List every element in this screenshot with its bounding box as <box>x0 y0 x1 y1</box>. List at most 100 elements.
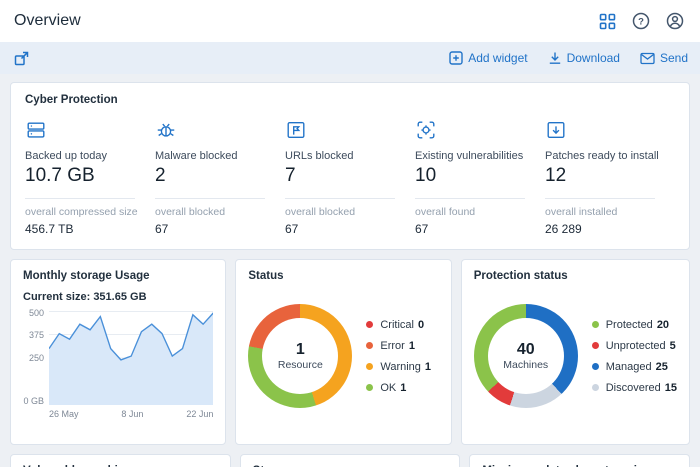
status-card: Status 1 Resource Critical 0 <box>235 259 451 445</box>
metric-label: Malware blocked <box>155 150 275 162</box>
x-tick: 22 Jun <box>186 409 213 419</box>
metric-subvalue: 67 <box>415 222 535 236</box>
legend-item-ok[interactable]: OK 1 <box>366 382 431 394</box>
legend-item-critical[interactable]: Critical 0 <box>366 319 431 331</box>
legend-dot <box>592 342 599 349</box>
legend-label: Warning <box>380 361 421 373</box>
dashboard-content: Cyber Protection Backed up today 10.7 GB <box>0 74 700 467</box>
legend-dot <box>366 321 373 328</box>
protection-status-card: Protection status 40 Machines Protected … <box>461 259 690 445</box>
protection-donut-center: 40 Machines <box>488 318 564 394</box>
metric-label: URLs blocked <box>285 150 405 162</box>
metric-subvalue: 67 <box>155 222 275 236</box>
metric-value: 7 <box>285 165 405 187</box>
protection-donut-area: 40 Machines Protected 20 Unprotected <box>474 304 677 408</box>
download-button[interactable]: Download <box>548 51 620 65</box>
x-tick: 8 Jun <box>121 409 143 419</box>
storage-area-chart <box>49 311 213 405</box>
metric-urls-blocked[interactable]: URLs blocked 7 overall blocked 67 <box>285 119 415 236</box>
metric-value: 2 <box>155 165 275 187</box>
send-label: Send <box>660 51 688 65</box>
metric-sublabel: overall blocked <box>285 206 405 218</box>
metric-sublabel: overall blocked <box>155 206 275 218</box>
x-tick: 26 May <box>49 409 79 419</box>
current-size-value: 351.65 GB <box>93 291 146 303</box>
legend-label: Managed <box>606 361 652 373</box>
divider <box>415 198 525 199</box>
legend-value: 25 <box>656 361 668 373</box>
metric-subvalue: 26 289 <box>545 222 665 236</box>
legend-label: Unprotected <box>606 340 666 352</box>
backup-drive-icon <box>25 119 145 141</box>
storage-usage-title: Monthly storage Usage <box>23 270 213 282</box>
status-donut[interactable]: 1 Resource <box>248 304 352 408</box>
legend-item-unprotected[interactable]: Unprotected 5 <box>592 340 677 352</box>
cyber-protection-card: Cyber Protection Backed up today 10.7 GB <box>10 82 690 250</box>
envelope-icon <box>640 52 655 65</box>
app-window: Overview ? <box>0 0 700 467</box>
cyber-protection-title: Cyber Protection <box>25 94 675 106</box>
legend-item-managed[interactable]: Managed 25 <box>592 361 677 373</box>
center-value: 1 <box>296 341 305 359</box>
apps-grid-icon[interactable] <box>597 11 618 32</box>
status-donut-center: 1 Resource <box>262 318 338 394</box>
protection-donut[interactable]: 40 Machines <box>474 304 578 408</box>
malware-bug-icon <box>155 119 275 141</box>
metric-subvalue: 456.7 TB <box>25 222 145 236</box>
download-icon <box>548 51 562 65</box>
legend-dot <box>366 342 373 349</box>
widgets-row: Monthly storage Usage Current size: 351.… <box>10 259 690 445</box>
download-label: Download <box>567 51 620 65</box>
patch-install-icon <box>545 119 665 141</box>
account-icon[interactable] <box>664 10 686 32</box>
legend-label: Protected <box>606 319 653 331</box>
divider <box>545 198 655 199</box>
header: Overview ? <box>0 0 700 42</box>
expand-widget-icon[interactable] <box>12 49 31 68</box>
legend-item-protected[interactable]: Protected 20 <box>592 319 677 331</box>
metric-backed-up-today[interactable]: Backed up today 10.7 GB overall compress… <box>25 119 155 236</box>
legend-value: 1 <box>425 361 431 373</box>
x-axis: 26 May 8 Jun 22 Jun <box>23 409 213 419</box>
vulnerable-machines-card: Vulnerable machines <box>10 454 231 467</box>
url-flag-icon <box>285 119 405 141</box>
metric-existing-vulnerabilities[interactable]: Existing vulnerabilities 10 overall foun… <box>415 119 545 236</box>
y-axis: 500 375 250 0 GB <box>23 311 49 405</box>
legend-label: OK <box>380 382 396 394</box>
page-title: Overview <box>14 12 81 30</box>
legend-label: Critical <box>380 319 414 331</box>
y-tick: 375 <box>29 330 44 340</box>
status-title: Status <box>248 270 438 282</box>
legend-label: Error <box>380 340 404 352</box>
metric-value: 10.7 GB <box>25 165 145 187</box>
legend-value: 1 <box>409 340 415 352</box>
protection-legend: Protected 20 Unprotected 5 Managed 25 <box>592 319 677 394</box>
legend-item-error[interactable]: Error 1 <box>366 340 431 352</box>
center-label: Resource <box>278 359 323 371</box>
vulnerability-icon <box>415 119 535 141</box>
add-widget-label: Add widget <box>468 51 527 65</box>
legend-dot <box>592 321 599 328</box>
help-icon[interactable]: ? <box>630 10 652 32</box>
send-button[interactable]: Send <box>640 51 688 65</box>
legend-item-warning[interactable]: Warning 1 <box>366 361 431 373</box>
metric-subvalue: 67 <box>285 222 405 236</box>
status-legend: Critical 0 Error 1 Warning 1 <box>366 319 431 394</box>
metric-label: Existing vulnerabilities <box>415 150 535 162</box>
storage-chart: 500 375 250 0 GB <box>23 311 213 405</box>
legend-item-discovered[interactable]: Discovered 15 <box>592 382 677 394</box>
metric-value: 12 <box>545 165 665 187</box>
divider <box>155 198 265 199</box>
metric-patches-ready[interactable]: Patches ready to install 12 overall inst… <box>545 119 675 236</box>
metric-malware-blocked[interactable]: Malware blocked 2 overall blocked 67 <box>155 119 285 236</box>
storage-card: Storage <box>240 454 461 467</box>
current-size: Current size: 351.65 GB <box>23 291 213 303</box>
y-tick: 500 <box>29 308 44 318</box>
missing-updates-card: Missing updates by categories <box>469 454 690 467</box>
add-widget-button[interactable]: Add widget <box>449 51 527 65</box>
legend-value: 1 <box>400 382 406 394</box>
legend-value: 5 <box>670 340 676 352</box>
metric-sublabel: overall found <box>415 206 535 218</box>
current-size-label: Current size: <box>23 291 90 303</box>
legend-label: Discovered <box>606 382 661 394</box>
